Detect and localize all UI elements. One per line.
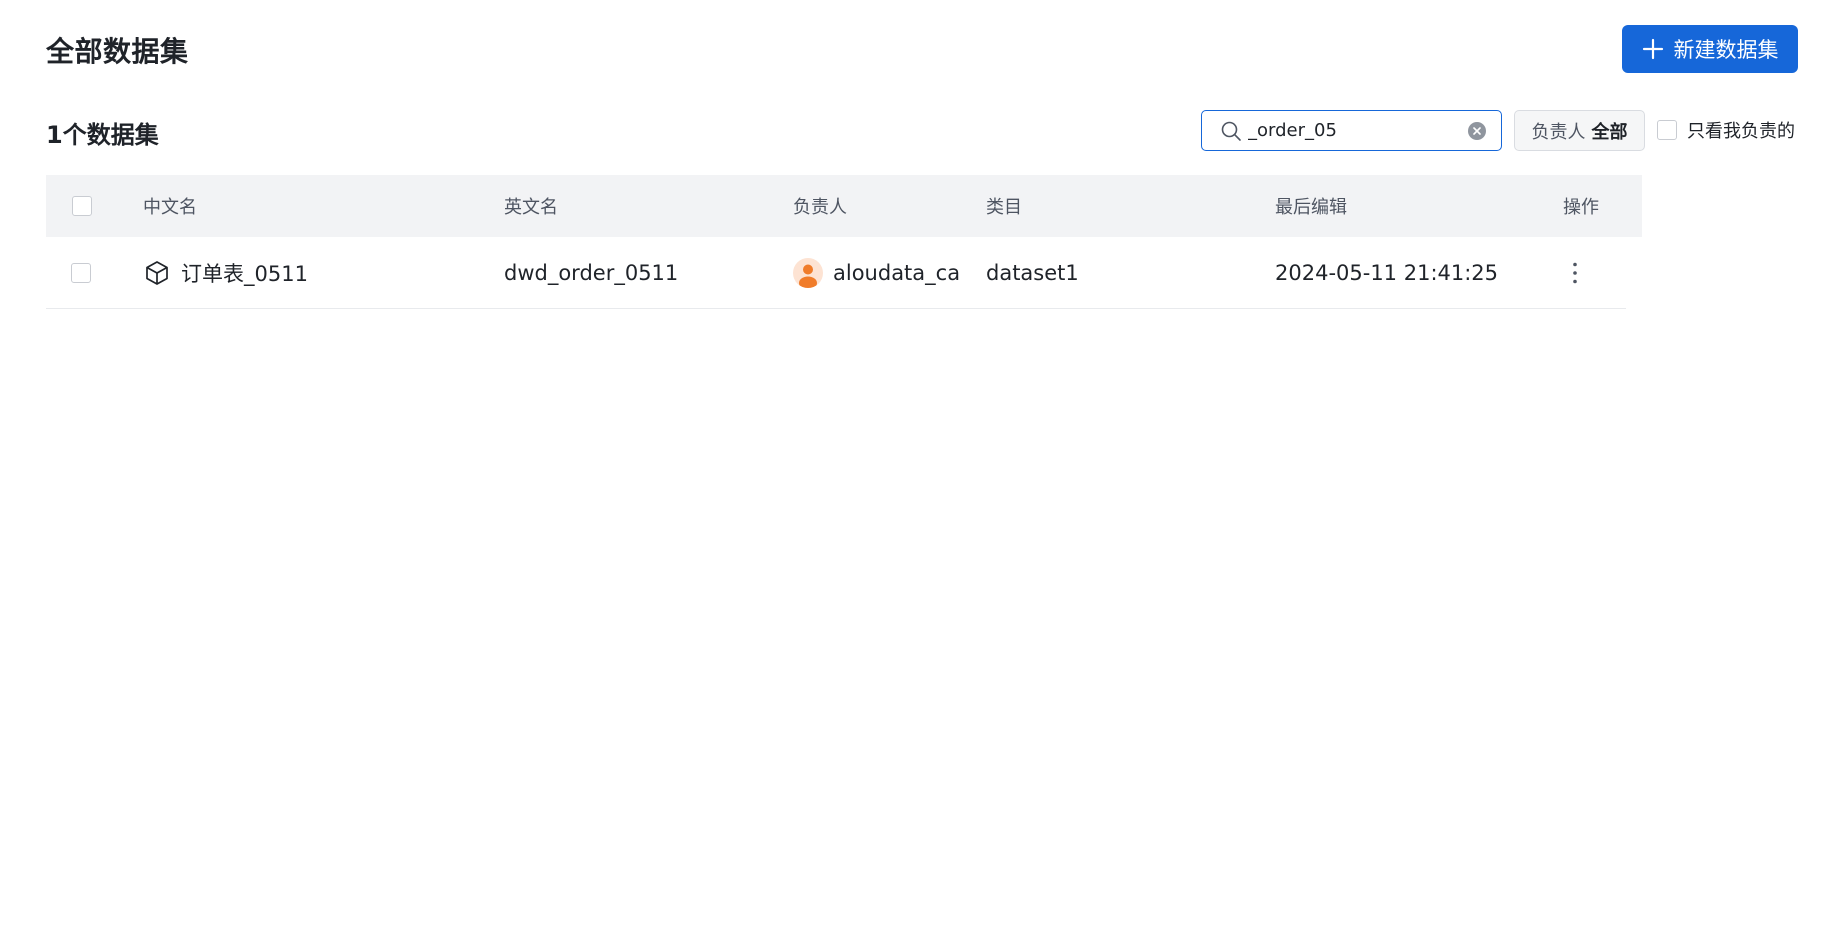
more-options-icon[interactable]	[1563, 258, 1587, 288]
column-header-owner: 负责人	[793, 197, 847, 218]
row-checkbox[interactable]	[71, 262, 91, 283]
search-box[interactable]	[1201, 110, 1502, 151]
datasets-page: 全部数据集 新建数据集 1个数据集 负责人 全部	[0, 0, 1838, 929]
row-owner-cell: aloudata_can	[793, 237, 961, 308]
cube-icon	[143, 259, 171, 287]
table-header: 中文名 英文名 负责人 类目 最后编辑 操作	[46, 175, 1642, 237]
owner-filter-label: 负责人	[1531, 121, 1586, 143]
select-all-checkbox[interactable]	[72, 196, 92, 216]
row-category: dataset1	[986, 260, 1079, 285]
header-checkbox-cell	[72, 175, 102, 237]
column-header-en-name: 英文名	[504, 197, 558, 218]
row-last-edit: 2024-05-11 21:41:25	[1275, 260, 1499, 285]
owner-filter-value: 全部	[1591, 121, 1628, 143]
row-cn-name: 订单表_0511	[181, 261, 308, 286]
owner-filter-select[interactable]: 负责人 全部	[1514, 110, 1645, 151]
row-en-name: dwd_order_0511	[504, 260, 679, 285]
new-dataset-button-label: 新建数据集	[1673, 38, 1779, 62]
row-cn-name-cell[interactable]: 订单表_0511	[143, 237, 483, 308]
avatar	[793, 257, 823, 288]
dataset-count: 1个数据集	[46, 121, 159, 149]
page-title: 全部数据集	[46, 35, 189, 68]
column-header-actions: 操作	[1563, 197, 1599, 218]
row-actions-cell	[1563, 237, 1633, 308]
column-header-category: 类目	[986, 197, 1022, 218]
search-icon	[1220, 120, 1242, 142]
datasets-table: 中文名 英文名 负责人 类目 最后编辑 操作 订单表_0511 dwd_orde…	[46, 175, 1642, 309]
row-checkbox-cell	[71, 237, 101, 308]
search-input[interactable]	[1248, 120, 1467, 141]
table-row[interactable]: 订单表_0511 dwd_order_0511 aloudata_can dat…	[46, 237, 1626, 309]
mine-only-checkbox[interactable]	[1657, 120, 1677, 140]
new-dataset-button[interactable]: 新建数据集	[1622, 25, 1798, 73]
mine-only-label: 只看我负责的	[1687, 121, 1795, 142]
column-header-last-edit: 最后编辑	[1275, 197, 1347, 218]
mine-only-toggle[interactable]: 只看我负责的	[1657, 117, 1795, 143]
clear-search-icon[interactable]	[1467, 121, 1487, 141]
row-owner-name: aloudata_can	[833, 260, 961, 285]
plus-icon	[1642, 38, 1664, 60]
column-header-cn-name: 中文名	[143, 197, 197, 218]
